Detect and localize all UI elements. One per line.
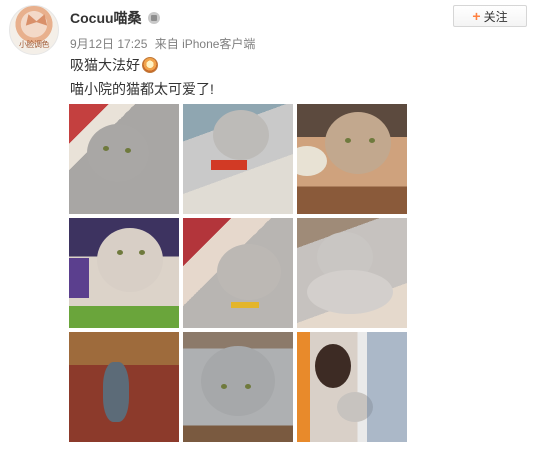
photo-thumbnail-4[interactable]: [69, 218, 179, 328]
photo-thumbnail-5[interactable]: [183, 218, 293, 328]
photo-thumbnail-3[interactable]: [297, 104, 407, 214]
photo-thumbnail-1[interactable]: [69, 104, 179, 214]
photo-thumbnail-2[interactable]: [183, 104, 293, 214]
photo-thumbnail-7[interactable]: [69, 332, 179, 442]
post-text-line-1: 吸猫大法好: [70, 55, 158, 75]
photo-thumbnail-8[interactable]: [183, 332, 293, 442]
avatar-cat-ear-right: [35, 12, 51, 26]
cat-emoji-icon: [142, 57, 158, 73]
post-text-2: 喵小院的猫都太可爱了!: [70, 81, 214, 97]
post-text-line-2: 喵小院的猫都太可爱了!: [70, 79, 214, 99]
username-link[interactable]: Cocuu喵桑: [70, 8, 142, 28]
plus-icon: +: [472, 8, 481, 24]
follow-label: 关注: [483, 9, 508, 24]
username-row: Cocuu喵桑: [70, 8, 160, 28]
post-date-link[interactable]: 9月12日 17:25: [70, 37, 147, 51]
user-avatar[interactable]: 小脸调色: [9, 5, 59, 55]
photo-thumbnail-6[interactable]: [297, 218, 407, 328]
follow-button[interactable]: + 关注: [453, 5, 527, 27]
post-text-1: 吸猫大法好: [70, 57, 140, 73]
post-meta: 9月12日 17:25 来自 iPhone客户端: [70, 35, 259, 52]
photo-thumbnail-9[interactable]: [297, 332, 407, 442]
post-source: 来自 iPhone客户端: [154, 37, 256, 51]
avatar-caption: 小脸调色: [19, 40, 50, 49]
vip-badge-icon[interactable]: [147, 12, 160, 24]
avatar-cat-ear-left: [22, 12, 38, 26]
